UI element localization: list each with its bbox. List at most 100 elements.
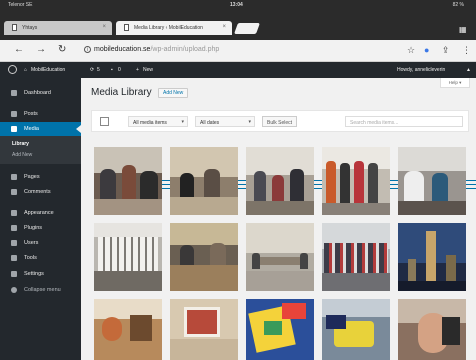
close-tab-icon[interactable]: × (102, 24, 106, 30)
url-path: /wp-admin/upload.php (150, 46, 220, 53)
carrier-label: Telenor SE (8, 2, 33, 8)
media-thumbnail[interactable] (94, 147, 162, 215)
media-thumbnail[interactable] (322, 147, 390, 215)
media-thumbnail[interactable] (246, 299, 314, 360)
submenu-library[interactable]: Library (12, 141, 29, 147)
add-new-button[interactable]: Add New (158, 88, 189, 98)
sidebar-item-dashboard[interactable]: Dashboard (0, 86, 81, 100)
sidebar-item-pages[interactable]: Pages (0, 170, 81, 184)
user-icon (11, 240, 17, 246)
help-tab[interactable]: Help ▾ (440, 78, 470, 88)
wp-admin-bar: ⌂ MobilEducation ⟳ 5 ▪ 0 + New Howdy, an… (0, 62, 476, 78)
media-thumbnail[interactable] (170, 223, 238, 291)
media-thumbnail[interactable] (170, 147, 238, 215)
media-thumbnail[interactable] (322, 223, 390, 291)
updates-icon[interactable]: ⟳ (90, 67, 94, 73)
media-submenu: Library Add New (0, 136, 81, 164)
dashboard-icon (11, 90, 17, 96)
sidebar-item-label: Pages (24, 174, 40, 180)
brush-icon (11, 210, 17, 216)
sidebar-item-label: Media (24, 126, 39, 132)
media-type-filter[interactable]: All media items (128, 116, 188, 127)
bulk-select-button[interactable]: Bulk Select (262, 116, 298, 127)
info-icon[interactable]: i (84, 46, 91, 53)
media-thumbnail[interactable] (94, 299, 162, 360)
back-icon[interactable]: ← (14, 45, 24, 55)
page-icon (12, 24, 17, 31)
bookmark-star-icon[interactable]: ☆ (407, 45, 415, 55)
settings-icon (11, 271, 17, 277)
page-icon (124, 24, 129, 31)
account-greeting[interactable]: Howdy, annelicleverin (397, 67, 445, 73)
comments-icon[interactable]: ▪ (111, 67, 113, 73)
date-filter[interactable]: All dates (195, 116, 255, 127)
sidebar-item-label: Dashboard (24, 90, 51, 96)
sidebar-item-plugins[interactable]: Plugins (0, 221, 81, 235)
media-thumbnail[interactable] (398, 299, 466, 360)
media-thumbnail[interactable] (398, 223, 466, 291)
microphone-icon[interactable]: ● (424, 45, 429, 55)
tab-strip: Yhtays × Media Library ‹ MobilEducation … (0, 10, 476, 40)
reload-icon[interactable]: ↻ (58, 45, 66, 55)
tab-yhtays[interactable]: Yhtays × (4, 21, 112, 35)
forward-icon[interactable]: → (36, 45, 46, 55)
share-icon[interactable]: ⇪ (442, 45, 450, 55)
tab-media-library[interactable]: Media Library ‹ MobilEducation × (116, 21, 232, 35)
browser-toolbar: ← → ↻ i mobileducation.se/wp-admin/uploa… (0, 40, 476, 62)
site-name-link[interactable]: MobilEducation (31, 67, 65, 73)
media-search-input[interactable]: Search media items... (345, 116, 463, 127)
sidebar-item-tools[interactable]: Tools (0, 251, 81, 265)
sidebar-item-label: Settings (24, 271, 44, 277)
media-library-content: Media Library Add New Help ▾ All media i… (81, 78, 476, 360)
submenu-add-new[interactable]: Add New (12, 152, 32, 158)
wrench-icon (11, 255, 17, 261)
wordpress-logo-icon[interactable] (8, 65, 17, 74)
home-icon: ⌂ (24, 67, 28, 73)
pin-icon (11, 111, 17, 117)
url-bar[interactable]: i mobileducation.se/wp-admin/upload.php (84, 44, 344, 58)
comments-count[interactable]: 0 (118, 67, 121, 73)
media-thumbnail[interactable] (94, 223, 162, 291)
collapse-icon (11, 287, 17, 293)
plug-icon (11, 225, 17, 231)
new-tab-button[interactable] (233, 23, 261, 34)
sidebar-item-appearance[interactable]: Appearance (0, 206, 81, 220)
list-view-icon[interactable] (100, 117, 109, 126)
sidebar-item-label: Posts (24, 111, 38, 117)
tab-switcher-icon[interactable]: ▦ (459, 26, 468, 34)
media-thumbnail[interactable] (246, 147, 314, 215)
media-thumbnail[interactable] (246, 223, 314, 291)
sidebar-item-label: Users (24, 240, 39, 246)
media-thumbnail[interactable] (322, 299, 390, 360)
media-thumbnail[interactable] (170, 299, 238, 360)
plus-icon[interactable]: + (136, 67, 139, 73)
sidebar-item-posts[interactable]: Posts (0, 107, 81, 121)
close-tab-icon[interactable]: × (222, 24, 226, 30)
page-title: Media Library (91, 87, 152, 98)
media-toolbar: All media items All dates Bulk Select Se… (91, 110, 476, 189)
sidebar-item-label: Tools (24, 255, 37, 261)
battery-label: 82 % (452, 2, 464, 8)
avatar-icon[interactable]: ▲ (466, 67, 471, 73)
tab-label: Media Library ‹ MobilEducation (134, 25, 203, 31)
clock-label: 13:04 (230, 2, 243, 8)
sidebar-item-label: Plugins (24, 225, 43, 231)
new-content-link[interactable]: New (143, 67, 153, 73)
comment-icon (11, 189, 17, 195)
media-icon (11, 126, 17, 132)
media-thumbnail[interactable] (398, 147, 466, 215)
url-host: mobileducation.se (94, 46, 151, 53)
help-label: Help (448, 80, 458, 85)
sidebar-item-label: Appearance (24, 210, 54, 216)
device-status-bar: Telenor SE 13:04 82 % (0, 0, 476, 10)
sidebar-collapse-menu[interactable]: Collapse menu (0, 283, 81, 297)
page-icon (11, 174, 17, 180)
sidebar-item-settings[interactable]: Settings (0, 267, 81, 281)
updates-count[interactable]: 5 (97, 67, 100, 73)
sidebar-item-users[interactable]: Users (0, 236, 81, 250)
sidebar-item-media[interactable]: Media (0, 122, 81, 136)
date-filter-value: All dates (200, 120, 220, 126)
sidebar-item-comments[interactable]: Comments (0, 185, 81, 199)
more-menu-icon[interactable]: ⋮ (462, 45, 471, 55)
tab-label: Yhtays (22, 25, 38, 31)
